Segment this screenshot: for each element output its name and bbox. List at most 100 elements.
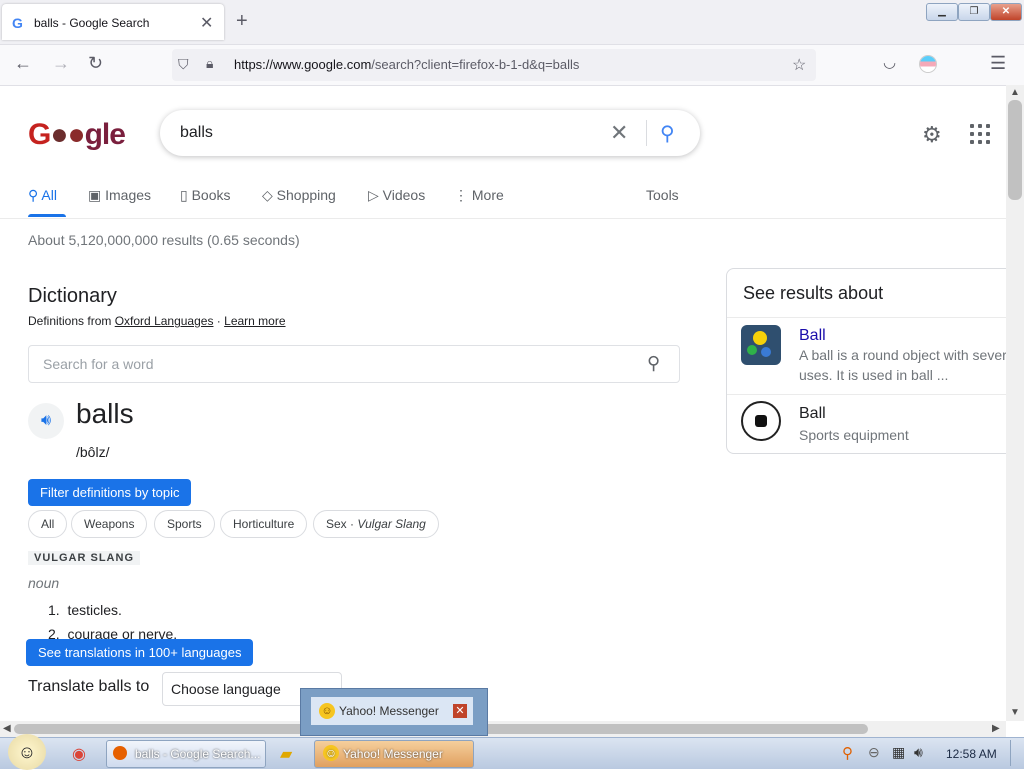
divider xyxy=(727,317,1024,318)
taskbar-yahoo-messenger[interactable]: ☺ Yahoo! Messenger xyxy=(314,740,474,768)
folder-icon[interactable]: ▰ xyxy=(280,744,292,764)
tools-button[interactable]: Tools xyxy=(646,187,679,203)
active-tab-indicator xyxy=(28,214,66,217)
scroll-left-icon[interactable]: ◀ xyxy=(3,723,11,734)
search-box[interactable]: balls ✕ ⚲ xyxy=(160,110,700,156)
browser-toolbar: ← → ↻ ⛉ 🔒︎ https://www.google.com/search… xyxy=(0,45,1024,86)
chip-all[interactable]: All xyxy=(28,510,68,538)
notification-body: ☺ Yahoo! Messenger ✕ xyxy=(311,697,473,725)
result-ball-link[interactable]: Ball xyxy=(799,327,826,345)
chip-horticulture[interactable]: Horticulture xyxy=(220,510,308,538)
see-translations-tooltip[interactable]: See translations in 100+ languages xyxy=(26,639,254,666)
new-tab-icon[interactable]: + xyxy=(236,10,248,33)
tab-shopping[interactable]: ◇ Shopping xyxy=(262,187,336,204)
chip-sports[interactable]: Sports xyxy=(154,510,215,538)
word-search-field[interactable]: Search for a word ⚲ xyxy=(28,345,680,383)
browser-tab-strip: G balls - Google Search ✕ + ▁ ❐ ✕ xyxy=(0,0,1024,45)
shield-icon[interactable]: ⛉ xyxy=(178,56,189,73)
minimize-button[interactable]: ▁ xyxy=(926,3,958,21)
learn-more-link[interactable]: Learn more xyxy=(224,314,285,328)
menu-icon[interactable]: ☰ xyxy=(990,53,1006,74)
scroll-up-icon[interactable]: ▲ xyxy=(1010,87,1020,98)
oxford-languages-link[interactable]: Oxford Languages xyxy=(115,314,214,328)
vertical-scroll-thumb[interactable] xyxy=(1008,100,1022,200)
filter-by-topic-tooltip: Filter definitions by topic xyxy=(28,479,192,506)
start-button[interactable]: ☺ xyxy=(8,734,46,770)
tab-books[interactable]: ▯ Books xyxy=(180,187,231,204)
image-icon: ▣ xyxy=(88,187,106,203)
chrome-icon[interactable]: ◉ xyxy=(72,744,86,764)
see-results-about-panel: See results about Ball A ball is a round… xyxy=(726,268,1024,454)
back-icon[interactable]: ← xyxy=(14,53,32,74)
clear-search-icon[interactable]: ✕ xyxy=(610,120,628,146)
search-icon[interactable]: ⚲ xyxy=(660,121,675,146)
tab-title: balls - Google Search xyxy=(34,16,150,30)
taskbar-item-label: balls - Google Search... xyxy=(135,747,261,761)
sense-label: VULGAR SLANG xyxy=(28,551,140,565)
pocket-icon[interactable]: ◡ xyxy=(883,53,896,71)
taskbar-item-label: Yahoo! Messenger xyxy=(343,747,443,761)
close-window-button[interactable]: ✕ xyxy=(990,3,1022,21)
google-apps-icon[interactable] xyxy=(970,124,990,144)
ball-thumbnail[interactable] xyxy=(741,325,781,365)
tab-videos[interactable]: ▷ Videos xyxy=(368,187,425,204)
close-tab-icon[interactable]: ✕ xyxy=(200,13,213,33)
tab-all[interactable]: ⚲ All xyxy=(28,187,57,204)
status-tray-icon[interactable]: ⊖ xyxy=(868,744,880,761)
result-stats: About 5,120,000,000 results (0.65 second… xyxy=(28,232,300,248)
taskbar-firefox-window[interactable]: balls - Google Search... xyxy=(106,740,266,768)
divider xyxy=(727,394,1024,395)
yahoo-smiley-icon: ☺ xyxy=(319,703,335,719)
firefox-icon xyxy=(113,746,127,760)
headword: balls xyxy=(76,398,134,429)
show-desktop-button[interactable] xyxy=(1010,740,1023,766)
tab-more[interactable]: ⋮ More xyxy=(454,187,504,204)
yahoo-smiley-icon: ☺ xyxy=(323,745,339,761)
panel-title: See results about xyxy=(743,283,884,303)
definition-item: 1. testicles. xyxy=(48,602,122,618)
browser-tab[interactable]: G balls - Google Search ✕ xyxy=(2,4,224,40)
forward-icon[interactable]: → xyxy=(52,53,70,74)
close-notification-icon[interactable]: ✕ xyxy=(453,704,467,718)
search-input[interactable]: balls xyxy=(180,124,213,142)
result-ball-sports-description: Sports equipment xyxy=(799,427,909,443)
play-icon: ▷ xyxy=(368,187,383,203)
more-icon: ⋮ xyxy=(454,187,472,203)
search-divider xyxy=(646,120,647,146)
result-ball-sports-link[interactable]: Ball xyxy=(799,405,826,423)
result-ball-description: A ball is a round object with sever uses… xyxy=(799,347,1007,383)
google-favicon-icon: G xyxy=(12,15,23,31)
dictionary-title: Dictionary xyxy=(28,285,117,307)
chip-sex-vulgar-slang[interactable]: Sex · Vulgar Slang xyxy=(313,510,439,538)
address-bar[interactable]: ⛉ 🔒︎ https://www.google.com/search?clien… xyxy=(172,49,816,81)
search-icon: ⚲ xyxy=(28,187,42,203)
chip-weapons[interactable]: Weapons xyxy=(71,510,148,538)
tag-icon: ◇ xyxy=(262,187,277,203)
volume-tray-icon[interactable]: 🔊︎ xyxy=(914,744,923,761)
reload-icon[interactable]: ↻ xyxy=(88,53,103,74)
scroll-down-icon[interactable]: ▼ xyxy=(1010,707,1020,718)
book-icon: ▯ xyxy=(180,187,192,203)
lock-icon[interactable]: 🔒︎ xyxy=(206,55,213,72)
search-icon[interactable]: ⚲ xyxy=(647,353,660,374)
word-search-placeholder: Search for a word xyxy=(43,356,154,372)
translate-label: Translate balls to xyxy=(28,678,150,695)
search-tabs: ⚲ All ▣ Images ▯ Books ◇ Shopping ▷ Vide… xyxy=(0,180,1006,219)
scroll-right-icon[interactable]: ▶ xyxy=(992,723,1000,734)
pronunciation-speaker-icon[interactable]: 🔊︎ xyxy=(28,403,64,439)
yahoo-messenger-notification[interactable]: ☺ Yahoo! Messenger ✕ xyxy=(300,688,488,736)
network-tray-icon[interactable]: ▦ xyxy=(892,744,905,761)
settings-gear-icon[interactable]: ⚙ xyxy=(922,122,942,148)
notification-label: Yahoo! Messenger xyxy=(339,704,439,718)
search-tray-icon[interactable]: ⚲ xyxy=(842,744,853,762)
url-text: https://www.google.com/search?client=fir… xyxy=(234,57,580,72)
tab-images[interactable]: ▣ Images xyxy=(88,187,151,204)
taskbar: ☺ ◉ balls - Google Search... ▰ ☺ Yahoo! … xyxy=(0,734,1024,770)
account-avatar-icon[interactable] xyxy=(920,56,936,72)
restore-button[interactable]: ❐ xyxy=(958,3,990,21)
phonetic: /bôlz/ xyxy=(76,444,110,460)
bookmark-star-icon[interactable]: ☆ xyxy=(792,55,806,75)
system-clock: 12:58 AM xyxy=(946,747,997,761)
google-logo[interactable]: G●●gle xyxy=(28,118,126,152)
soccer-ball-thumbnail[interactable] xyxy=(741,401,781,441)
